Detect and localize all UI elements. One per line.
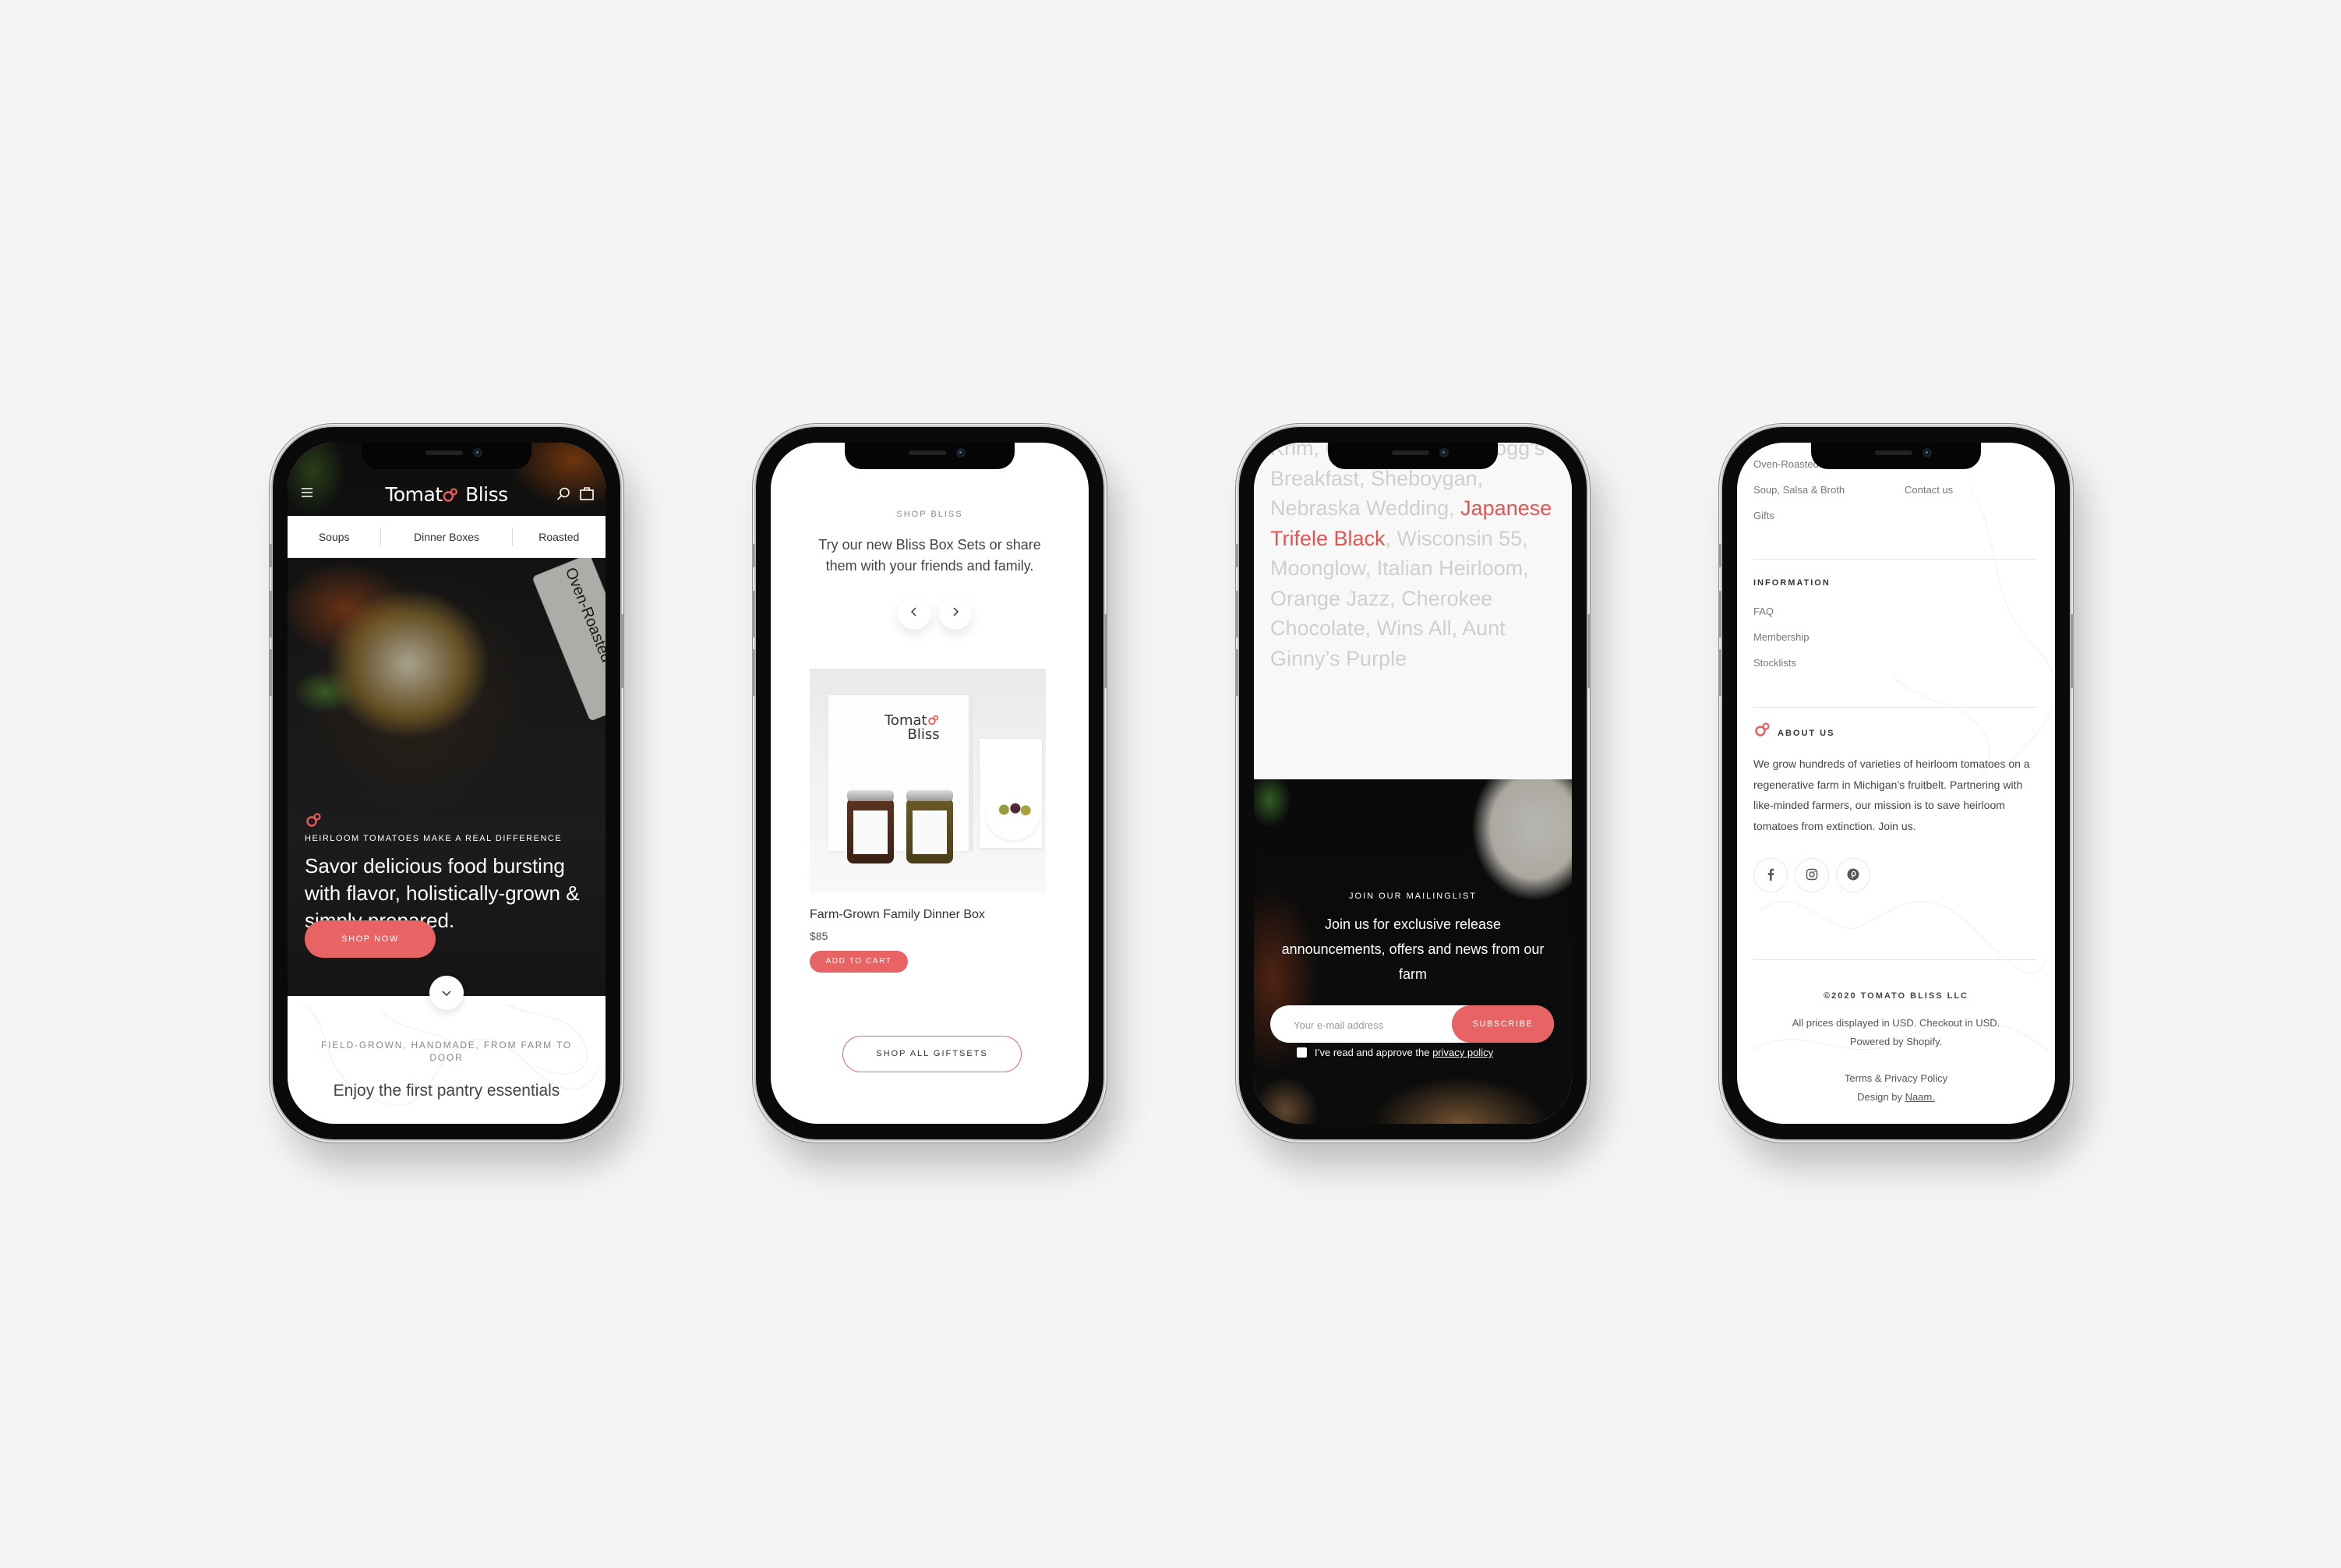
phone-screen-shop: SHOP BLISS Try our new Bliss Box Sets or… <box>771 443 1089 1124</box>
phone-screen-home: Oven-Roasted Heirloom Tomato Tomat Bliss… <box>288 443 606 1124</box>
section-lede: Enjoy the first pantry essentials <box>333 1082 560 1100</box>
phone-volume-down <box>269 649 272 696</box>
phone-mockup-shop: SHOP BLISS Try our new Bliss Box Sets or… <box>752 427 1107 1139</box>
footer-link-gifts[interactable]: Gifts <box>1753 510 1774 521</box>
footer-link-soup-salsa-broth[interactable]: Soup, Salsa & Broth <box>1753 484 1845 496</box>
subscribe-button[interactable]: SUBSCRIBE <box>1452 1005 1554 1043</box>
copyright: ©2020 TOMATO BLISS LLC <box>1824 991 1968 1001</box>
design-credit: Design by Naam. <box>1857 1091 1935 1103</box>
phone-screen-mailinglist: Krim, German Pink, Kellogg’s Breakfast, … <box>1254 443 1572 1124</box>
footer-link-contact[interactable]: Contact us <box>1905 484 1953 496</box>
shop-description: Try our new Bliss Box Sets or share them… <box>818 537 1041 574</box>
footer-link-stocklists[interactable]: Stocklists <box>1753 657 1796 669</box>
information-heading: INFORMATION <box>1753 578 1831 588</box>
shopping-bag-icon[interactable] <box>579 486 595 505</box>
phone-silent-switch <box>269 544 272 567</box>
mailinglist-description: Join us for exclusive release announceme… <box>1281 916 1545 982</box>
camera-icon <box>956 448 966 457</box>
email-form: SUBSCRIBE <box>1270 1005 1554 1044</box>
varieties-list: Krim, German Pink, Kellogg’s Breakfast, … <box>1270 443 1552 670</box>
tomato-logo-icon <box>443 483 460 506</box>
tomato-logo-icon <box>1753 722 1772 741</box>
phone-screen-footer: Oven-Roasted Soup, Salsa & Broth Gifts R… <box>1737 443 2055 1124</box>
section-eyebrow: FIELD-GROWN, HANDMADE, FROM FARM TO DOOR <box>321 1040 572 1063</box>
chevron-left-icon <box>910 607 916 616</box>
notch <box>362 443 531 469</box>
tomato-logo-icon <box>305 812 323 828</box>
chevron-right-icon <box>953 607 959 616</box>
instagram-icon <box>1806 868 1818 881</box>
product-jar <box>847 790 894 863</box>
currency-note: All prices displayed in USD. Checkout in… <box>1792 1017 2000 1029</box>
box-logo: Tomat Bliss <box>884 712 940 743</box>
category-dinner-boxes[interactable]: Dinner Boxes <box>381 531 511 543</box>
phone-mockup-mailinglist: Krim, German Pink, Kellogg’s Breakfast, … <box>1235 427 1591 1139</box>
product-image[interactable]: Tomat Bliss <box>810 669 1046 892</box>
privacy-consent: I’ve read and approve the privacy policy <box>1297 1047 1493 1058</box>
facebook-button[interactable] <box>1753 858 1788 892</box>
powered-by-shopify[interactable]: Powered by Shopify. <box>1737 1036 2055 1047</box>
instagram-button[interactable] <box>1795 858 1829 892</box>
shop-now-button[interactable]: SHOP NOW <box>305 920 436 958</box>
category-roasted[interactable]: Roasted <box>513 531 606 543</box>
privacy-checkbox[interactable] <box>1297 1047 1307 1058</box>
phone-power-button <box>621 614 624 688</box>
about-us-text: We grow hundreds of varieties of heirloo… <box>1753 758 2030 832</box>
consent-label: I’ve read and approve the <box>1315 1047 1433 1058</box>
privacy-policy-link[interactable]: privacy policy <box>1432 1047 1493 1058</box>
divider <box>1753 959 2037 960</box>
notch <box>1811 443 1981 469</box>
category-nav: Soups Dinner Boxes Roasted <box>288 516 606 558</box>
terms-privacy-link[interactable]: Terms & Privacy Policy <box>1737 1072 2055 1084</box>
product-jar <box>906 790 953 863</box>
phone-mockup-footer: Oven-Roasted Soup, Salsa & Broth Gifts R… <box>1718 427 2074 1139</box>
phone-volume-up <box>269 591 272 637</box>
camera-icon <box>1923 448 1932 457</box>
chevron-down-icon <box>442 991 451 997</box>
carousel-next-button[interactable] <box>939 597 972 630</box>
scroll-down-button[interactable] <box>429 976 464 1010</box>
footer-link-membership[interactable]: Membership <box>1753 631 1810 643</box>
hero-eyebrow: HEIRLOOM TOMATOES MAKE A REAL DIFFERENCE <box>305 834 563 843</box>
footer-link-oven-roasted[interactable]: Oven-Roasted <box>1753 458 1819 470</box>
shop-all-giftsets-button[interactable]: SHOP ALL GIFTSETS <box>842 1036 1022 1072</box>
varieties-section: Krim, German Pink, Kellogg’s Breakfast, … <box>1254 443 1572 779</box>
product-title[interactable]: Farm-Grown Family Dinner Box <box>810 908 985 922</box>
email-input[interactable] <box>1292 1005 1451 1044</box>
search-icon[interactable] <box>556 486 571 506</box>
site-header: Tomat Bliss <box>288 475 606 516</box>
notch <box>1328 443 1498 469</box>
divider <box>1753 559 2037 560</box>
divider <box>1753 707 2037 708</box>
notch <box>845 443 1015 469</box>
shop-eyebrow: SHOP BLISS <box>896 510 963 519</box>
add-to-cart-button[interactable]: ADD TO CART <box>810 951 908 973</box>
designer-link[interactable]: Naam. <box>1905 1091 1935 1103</box>
product-price: $85 <box>810 930 828 942</box>
category-soups[interactable]: Soups <box>288 531 380 543</box>
phone-mockup-home: Oven-Roasted Heirloom Tomato Tomat Bliss… <box>269 427 624 1139</box>
about-us-heading: ABOUT US <box>1778 729 1835 738</box>
camera-icon <box>1439 448 1449 457</box>
pinterest-icon <box>1847 868 1859 881</box>
hamburger-menu-icon[interactable] <box>300 486 314 503</box>
site-logo[interactable]: Tomat Bliss <box>385 483 508 506</box>
pinterest-button[interactable] <box>1836 858 1870 892</box>
mailinglist-eyebrow: JOIN OUR MAILINGLIST <box>1348 892 1478 901</box>
footer-link-faq[interactable]: FAQ <box>1753 606 1774 617</box>
carousel-prev-button[interactable] <box>898 597 930 630</box>
facebook-icon <box>1767 868 1774 881</box>
camera-icon <box>473 448 482 457</box>
